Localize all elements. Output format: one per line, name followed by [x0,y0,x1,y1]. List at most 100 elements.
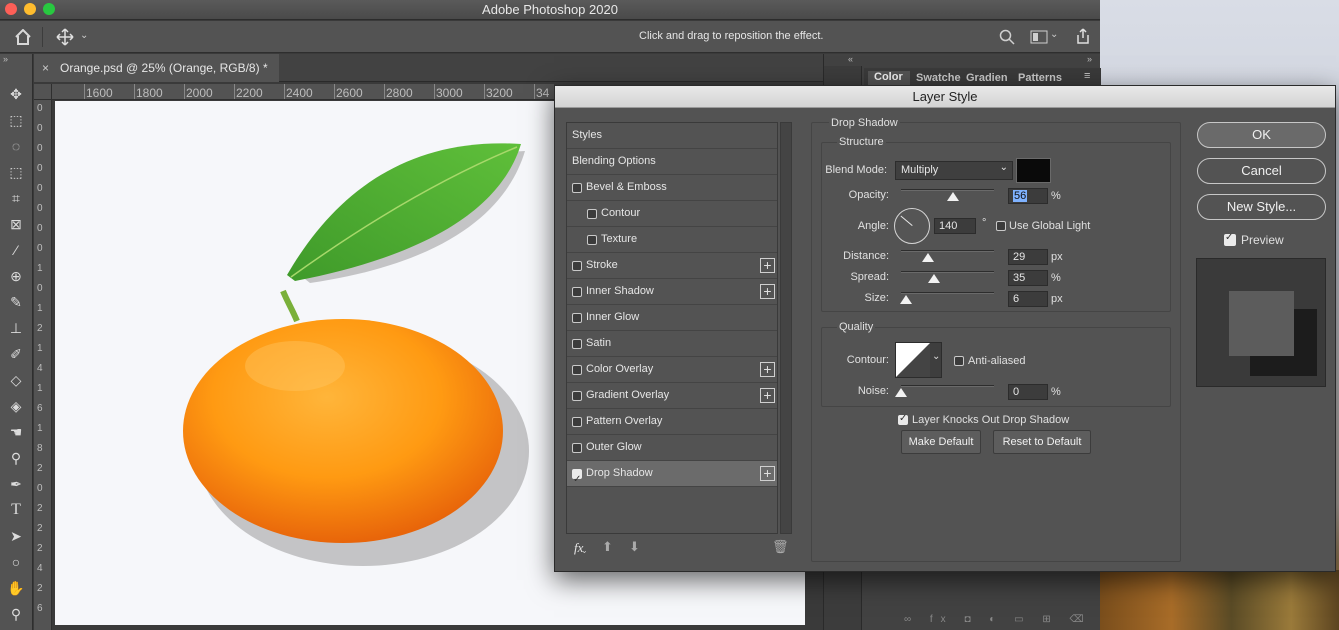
marquee-tool-icon[interactable]: ⬚ [5,110,27,130]
noise-slider-knob[interactable] [895,388,907,397]
preview-checkbox[interactable] [1224,232,1236,246]
tab-gradients[interactable]: Gradien [966,72,1008,84]
knockout-checkbox[interactable] [898,413,908,425]
search-icon[interactable] [999,29,1015,45]
zoom-tool-icon[interactable]: ⚲ [5,604,27,624]
angle-dial[interactable] [894,208,930,244]
contour-picker[interactable]: ⌄ [895,342,942,378]
healing-brush-icon[interactable]: ⊕ [5,266,27,286]
style-checkbox[interactable] [587,235,597,245]
opacity-input[interactable]: 56 [1008,188,1048,204]
new-style-button[interactable]: New Style... [1197,194,1326,220]
add-effect-icon[interactable]: + [760,284,775,299]
history-brush-icon[interactable]: ✐ [5,344,27,364]
tab-patterns[interactable]: Patterns [1018,72,1062,84]
add-effect-icon[interactable]: + [760,388,775,403]
style-item-bevel-emboss[interactable]: Bevel & Emboss [567,175,777,201]
style-checkbox[interactable] [572,261,582,271]
chevron-down-icon[interactable]: ⌄ [1050,29,1058,40]
tab-swatches[interactable]: Swatche [916,72,961,84]
delete-effect-icon[interactable]: 🗑 [772,539,789,555]
expand-icon[interactable]: » [1087,54,1092,64]
style-item-contour[interactable]: Contour [567,201,777,227]
share-icon[interactable] [1074,27,1092,45]
blend-mode-select[interactable]: Multiply ⌄ [895,161,1013,180]
anti-aliased-checkbox[interactable] [954,356,964,366]
distance-slider-knob[interactable] [921,253,934,262]
distance-input[interactable]: 29 [1008,249,1048,265]
panel-menu-icon[interactable]: ≡ [1084,70,1090,82]
chevron-down-icon[interactable]: ⌄ [80,30,88,41]
style-checkbox[interactable] [587,209,597,219]
add-effect-icon[interactable]: + [760,362,775,377]
style-checkbox[interactable] [572,183,582,193]
collapse-icon[interactable]: « [848,54,853,64]
noise-input[interactable]: 0 [1008,384,1048,400]
style-item-satin[interactable]: Satin [567,331,777,357]
object-selection-icon[interactable]: ⬚ [5,162,27,182]
style-item-color-overlay[interactable]: Color Overlay + [567,357,777,383]
style-item-pattern-overlay[interactable]: Pattern Overlay [567,409,777,435]
style-item-outer-glow[interactable]: Outer Glow [567,435,777,461]
smudge-tool-icon[interactable]: ☚ [5,422,27,442]
collapse-icon[interactable]: » [3,54,8,64]
workspace-icon[interactable] [1030,30,1048,44]
crop-tool-icon[interactable]: ⌗ [5,188,27,208]
spread-input[interactable]: 35 [1008,270,1048,286]
use-global-light-checkbox[interactable] [996,221,1006,231]
style-item-stroke[interactable]: Stroke + [567,253,777,279]
style-checkbox[interactable] [572,391,582,401]
lasso-tool-icon[interactable]: ◌ [5,136,27,156]
paint-bucket-icon[interactable]: ◈ [5,396,27,416]
distance-slider-track[interactable] [901,250,994,252]
size-input[interactable]: 6 [1008,291,1048,307]
brush-tool-icon[interactable]: ✎ [5,292,27,312]
opacity-slider-knob[interactable] [947,192,960,201]
size-slider-track[interactable] [901,292,994,294]
type-tool-icon[interactable]: T [5,500,27,520]
style-checkbox[interactable] [572,339,582,349]
stamp-tool-icon[interactable]: ⊥ [5,318,27,338]
angle-input[interactable]: 140 [934,218,976,234]
add-effect-icon[interactable]: + [760,466,775,481]
size-slider-knob[interactable] [900,295,913,304]
move-tool-icon[interactable] [56,28,74,46]
move-down-icon[interactable]: ⬇ [629,539,640,555]
cancel-button[interactable]: Cancel [1197,158,1326,184]
ellipse-tool-icon[interactable]: ○ [5,552,27,572]
close-tab-icon[interactable]: × [42,61,49,75]
ok-button[interactable]: OK [1197,122,1326,148]
move-tool-icon[interactable]: ✥ [5,84,27,104]
styles-scrollbar[interactable] [780,122,792,534]
add-effect-icon[interactable]: + [760,258,775,273]
style-item-texture[interactable]: Texture [567,227,777,253]
style-item-inner-shadow[interactable]: Inner Shadow + [567,279,777,305]
noise-slider-track[interactable] [901,385,994,387]
home-icon[interactable] [14,29,32,45]
style-checkbox[interactable] [572,365,582,375]
chevron-down-icon[interactable]: ⌄ [581,546,588,555]
make-default-button[interactable]: Make Default [901,430,981,454]
blending-options-item[interactable]: Blending Options [567,149,777,175]
style-checkbox[interactable] [572,467,582,492]
style-item-gradient-overlay[interactable]: Gradient Overlay + [567,383,777,409]
reset-default-button[interactable]: Reset to Default [993,430,1091,454]
style-checkbox[interactable] [572,417,582,427]
opacity-slider-track[interactable] [901,189,994,191]
frame-tool-icon[interactable]: ⊠ [5,214,27,234]
style-checkbox[interactable] [572,313,582,323]
spread-slider-knob[interactable] [927,274,940,283]
eyedropper-icon[interactable]: ⁄ [5,240,27,260]
hand-tool-icon[interactable]: ✋ [5,578,27,598]
dodge-tool-icon[interactable]: ⚲ [5,448,27,468]
move-up-icon[interactable]: ⬆ [602,539,613,555]
style-checkbox[interactable] [572,287,582,297]
style-item-inner-glow[interactable]: Inner Glow [567,305,777,331]
path-selection-icon[interactable]: ➤ [5,526,27,546]
pen-tool-icon[interactable]: ✒ [5,474,27,494]
style-checkbox[interactable] [572,443,582,453]
spread-slider-track[interactable] [901,271,994,273]
eraser-tool-icon[interactable]: ◇ [5,370,27,390]
styles-header[interactable]: Styles [567,123,777,149]
document-tab[interactable]: × Orange.psd @ 25% (Orange, RGB/8) * [34,54,279,82]
